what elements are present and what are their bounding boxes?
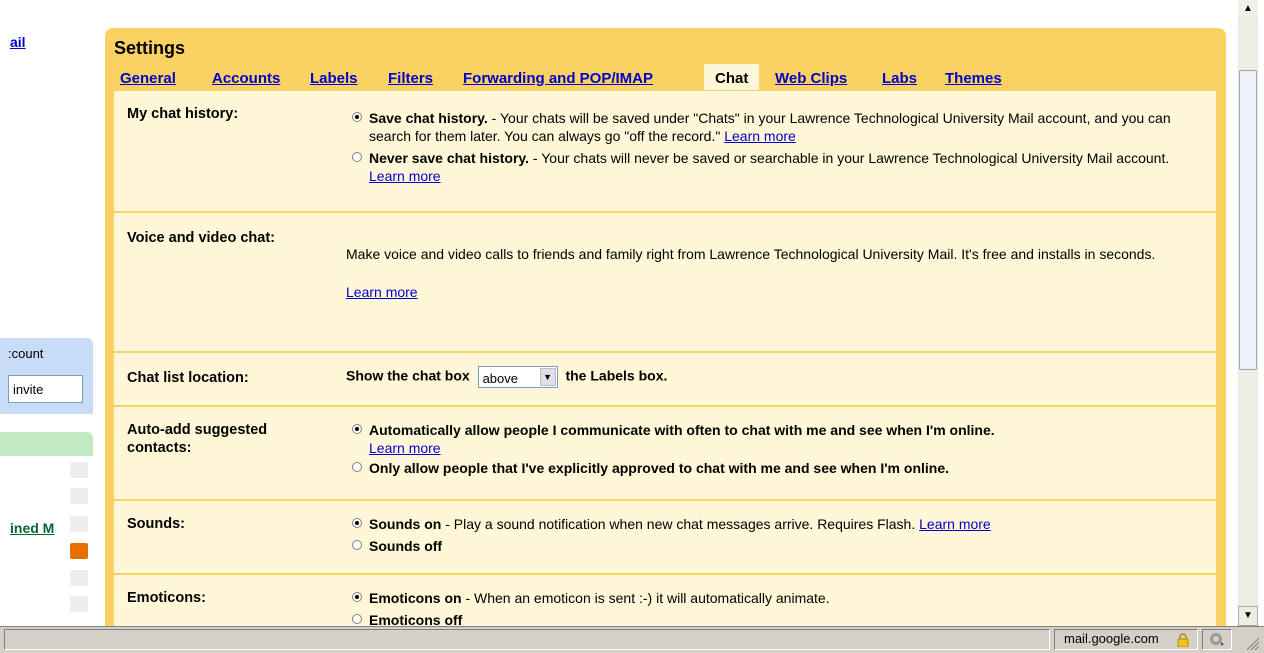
tab-filters[interactable]: Filters <box>388 70 433 87</box>
radio-option[interactable]: Sounds on - Play a sound notification wh… <box>346 515 1206 533</box>
setting-emoticons: Emoticons: Emoticons on - When an emotic… <box>114 575 1216 628</box>
chat-location-select[interactable]: above ▼ <box>477 366 558 388</box>
learn-more-link[interactable]: Learn more <box>919 516 991 532</box>
label-color-swatch[interactable] <box>70 596 88 612</box>
label-color-swatch[interactable] <box>70 516 88 532</box>
option-title: Save chat history. <box>369 110 488 126</box>
radio-option[interactable]: Emoticons on - When an emoticon is sent … <box>346 589 1206 607</box>
setting-auto-add-contacts: Auto-add suggested contacts: Automatical… <box>114 407 1216 501</box>
radio-button[interactable] <box>352 540 362 550</box>
radio-button-checked[interactable] <box>352 518 362 528</box>
radio-button[interactable] <box>352 152 362 162</box>
learn-more-link[interactable]: Learn more <box>369 168 441 184</box>
chevron-down-icon[interactable]: ▼ <box>539 368 556 386</box>
status-url: mail.google.com <box>1064 631 1159 646</box>
option-title: Sounds off <box>369 538 443 554</box>
setting-label: Sounds: <box>127 516 185 532</box>
scroll-up-arrow-icon[interactable]: ▲ <box>1238 0 1258 17</box>
page-title: Settings <box>114 38 186 58</box>
radio-button[interactable] <box>352 614 362 624</box>
invite-input[interactable]: invite <box>8 375 83 403</box>
voice-video-description: Make voice and video calls to friends an… <box>346 246 1156 262</box>
tab-labs[interactable]: Labs <box>882 70 917 87</box>
setting-chat-history: My chat history: Save chat history. - Yo… <box>114 91 1216 213</box>
option-title: Automatically allow people I communicate… <box>369 422 995 438</box>
option-title: Sounds on <box>369 516 442 532</box>
status-bar: mail.google.com <box>0 626 1264 653</box>
radio-option[interactable]: Automatically allow people I communicate… <box>346 421 1206 457</box>
radio-button-checked[interactable] <box>352 592 362 602</box>
setting-options: Emoticons on - When an emoticon is sent … <box>346 589 1206 628</box>
setting-options: Make voice and video calls to friends an… <box>346 245 1196 301</box>
addon-status-icon[interactable] <box>1208 631 1226 649</box>
setting-options: Show the chat box above ▼ the Labels box… <box>346 366 1206 388</box>
vertical-scrollbar[interactable]: ▲ ▼ <box>1238 0 1258 626</box>
label-link[interactable]: ined M <box>10 520 54 536</box>
status-text-area <box>4 629 1050 650</box>
settings-tabs: General Accounts Labels Filters Forwardi… <box>105 64 1226 90</box>
label-color-swatch[interactable] <box>70 488 88 504</box>
lock-icon[interactable] <box>1177 633 1189 647</box>
setting-label: Chat list location: <box>127 370 249 386</box>
account-label: :count <box>8 346 44 361</box>
radio-button-checked[interactable] <box>352 112 362 122</box>
radio-button-checked[interactable] <box>352 424 362 434</box>
radio-option[interactable]: Save chat history. - Your chats will be … <box>346 109 1206 145</box>
setting-chat-list-location: Chat list location: Show the chat box ab… <box>114 353 1216 407</box>
labels-box-header <box>0 432 93 456</box>
learn-more-link[interactable]: Learn more <box>346 284 418 300</box>
mail-link[interactable]: ail <box>10 34 26 50</box>
settings-panel: Settings General Accounts Labels Filters… <box>105 28 1226 628</box>
chat-list-prefix: Show the chat box <box>346 367 470 384</box>
setting-voice-video: Voice and video chat: Make voice and vid… <box>114 213 1216 353</box>
option-title: Never save chat history. <box>369 150 530 166</box>
radio-option[interactable]: Sounds off <box>346 537 1206 555</box>
tab-general[interactable]: General <box>120 70 176 87</box>
resize-grip-icon[interactable] <box>1244 635 1260 651</box>
select-value: above <box>482 371 518 386</box>
radio-option[interactable]: Never save chat history. - Your chats wi… <box>346 149 1206 185</box>
scroll-thumb[interactable] <box>1239 70 1257 370</box>
radio-option[interactable]: Only allow people that I've explicitly a… <box>346 459 1206 477</box>
labels-box: ined M <box>0 432 93 622</box>
learn-more-link[interactable]: Learn more <box>724 128 796 144</box>
learn-more-link[interactable]: Learn more <box>369 440 441 456</box>
tab-accounts[interactable]: Accounts <box>212 70 280 87</box>
option-title: Emoticons on <box>369 590 462 606</box>
tab-web-clips[interactable]: Web Clips <box>775 70 847 87</box>
setting-label: Emoticons: <box>127 590 206 606</box>
setting-options: Sounds on - Play a sound notification wh… <box>346 515 1206 555</box>
tab-themes[interactable]: Themes <box>945 70 1002 87</box>
tab-chat[interactable]: Chat <box>704 64 760 90</box>
tab-forwarding[interactable]: Forwarding and POP/IMAP <box>463 70 653 87</box>
setting-sounds: Sounds: Sounds on - Play a sound notific… <box>114 501 1216 575</box>
settings-body: My chat history: Save chat history. - Yo… <box>114 91 1216 628</box>
tab-labels[interactable]: Labels <box>310 70 358 87</box>
setting-label: My chat history: <box>127 106 239 122</box>
setting-label: Voice and video chat: <box>127 230 275 246</box>
option-description: - Your chats will never be saved or sear… <box>529 150 1170 166</box>
option-description: - Play a sound notification when new cha… <box>441 516 920 532</box>
setting-options: Automatically allow people I communicate… <box>346 421 1206 477</box>
label-color-swatch[interactable] <box>70 462 88 478</box>
scroll-down-arrow-icon[interactable]: ▼ <box>1238 606 1258 626</box>
label-color-swatch[interactable] <box>70 543 88 559</box>
radio-button[interactable] <box>352 462 362 472</box>
chat-list-suffix: the Labels box. <box>565 367 668 384</box>
option-description: - When an emoticon is sent :-) it will a… <box>461 590 830 606</box>
setting-label: Auto-add suggested contacts: <box>127 422 268 456</box>
option-title: Only allow people that I've explicitly a… <box>369 460 950 476</box>
setting-options: Save chat history. - Your chats will be … <box>346 109 1206 185</box>
label-color-swatch[interactable] <box>70 570 88 586</box>
account-box: :count invite <box>0 338 93 414</box>
